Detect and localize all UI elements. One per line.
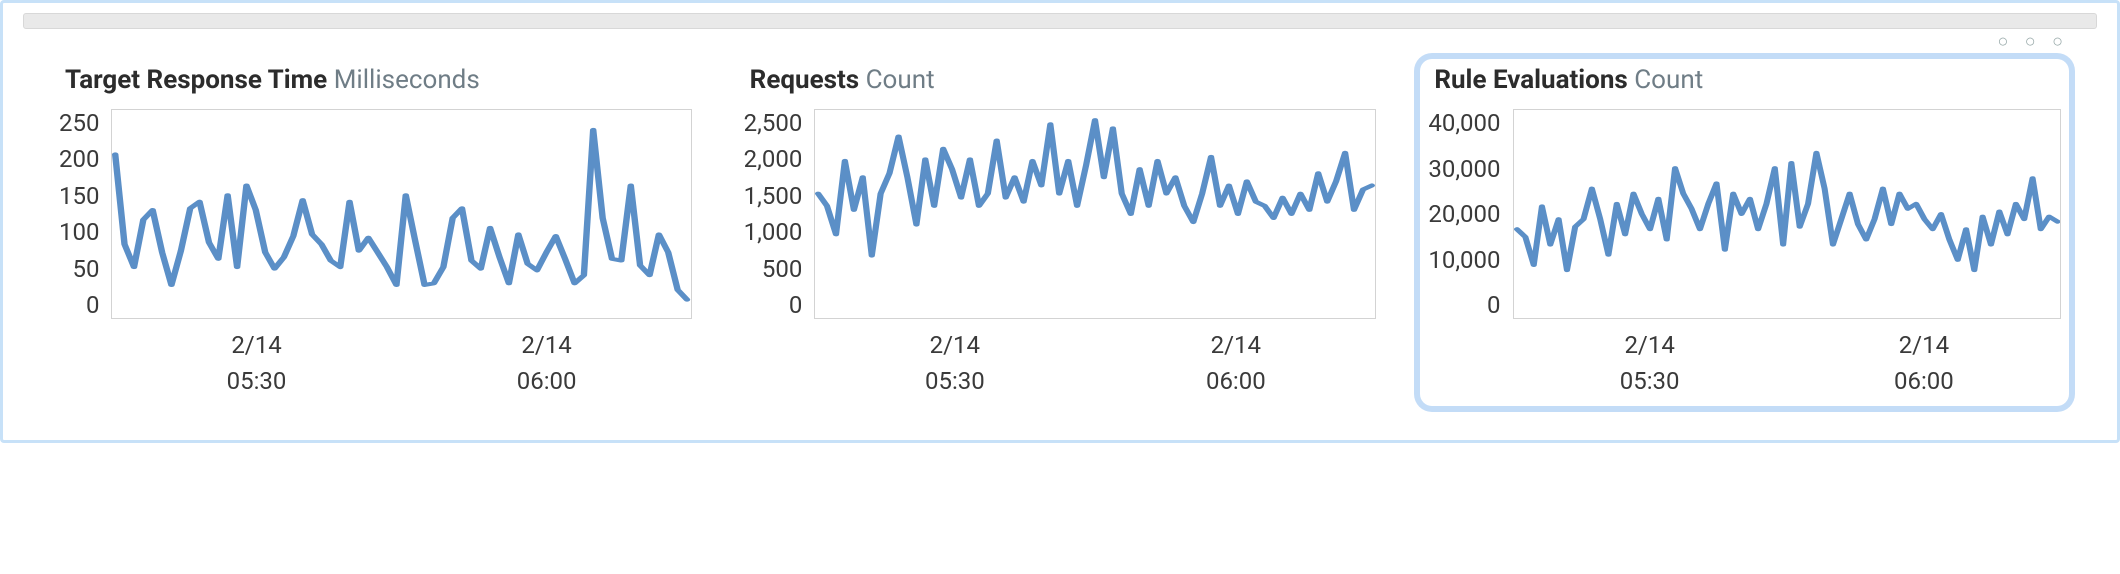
y-tick: 100 — [59, 218, 99, 246]
x-tick-time: 05:30 — [1620, 365, 1680, 399]
chart-area: 250 200 150 100 50 0 2/14 05:30 2/14 06:00 — [59, 109, 692, 398]
chart-area: 40,000 30,000 20,000 10,000 0 2/14 05:30 2/14 06… — [1428, 109, 2061, 398]
y-tick: 10,000 — [1428, 246, 1500, 274]
y-axis: 40,000 30,000 20,000 10,000 0 — [1428, 109, 1512, 319]
panel-title-unit: Count — [866, 65, 935, 95]
series-line — [1517, 153, 2057, 270]
plot-rule-evaluations[interactable] — [1513, 109, 2062, 319]
x-tick-date: 2/14 — [1624, 331, 1674, 359]
y-tick: 2,500 — [744, 109, 803, 137]
dashboard-container: ○ ○ ○ Target Response Time Milliseconds 2… — [0, 0, 2120, 443]
panel-response-time[interactable]: Target Response Time Milliseconds 250 200 1… — [51, 59, 700, 406]
y-tick: 20,000 — [1428, 200, 1500, 228]
ellipsis-indicator: ○ ○ ○ — [1997, 31, 2069, 52]
plot-wrap: 2/14 05:30 2/14 06:00 — [1513, 109, 2062, 398]
y-tick: 50 — [72, 255, 99, 283]
plot-requests[interactable] — [814, 109, 1376, 319]
y-tick: 200 — [59, 145, 99, 173]
y-tick: 150 — [59, 182, 99, 210]
plot-response-time[interactable] — [111, 109, 691, 319]
x-tick-time: 06:00 — [1894, 365, 1954, 399]
x-axis: 2/14 05:30 2/14 06:00 — [111, 329, 691, 398]
x-tick-date: 2/14 — [521, 331, 571, 359]
x-tick-date: 2/14 — [231, 331, 281, 359]
plot-wrap: 2/14 05:30 2/14 06:00 — [111, 109, 691, 398]
chart-area: 2,500 2,000 1,500 1,000 500 0 2/14 05:30 2/14 06:… — [744, 109, 1377, 398]
x-tick-time: 06:00 — [517, 365, 577, 399]
y-tick: 2,000 — [744, 145, 803, 173]
panel-requests[interactable]: Requests Count 2,500 2,000 1,500 1,000 500 0 2/… — [736, 59, 1385, 406]
x-tick: 2/14 06:00 — [1206, 329, 1266, 398]
y-axis: 2,500 2,000 1,500 1,000 500 0 — [744, 109, 815, 319]
plot-wrap: 2/14 05:30 2/14 06:00 — [814, 109, 1376, 398]
y-tick: 40,000 — [1428, 109, 1500, 137]
y-tick: 0 — [1487, 291, 1501, 319]
y-axis: 250 200 150 100 50 0 — [59, 109, 111, 319]
panel-title-text: Requests — [750, 65, 859, 95]
top-placeholder-bar — [23, 13, 2097, 29]
y-tick: 500 — [762, 255, 802, 283]
panel-title: Rule Evaluations Count — [1434, 65, 2061, 95]
x-tick: 2/14 05:30 — [227, 329, 287, 398]
panel-title-unit: Count — [1634, 65, 1703, 95]
x-tick-date: 2/14 — [1899, 331, 1949, 359]
x-tick: 2/14 05:30 — [925, 329, 985, 398]
y-tick: 1,500 — [744, 182, 803, 210]
x-tick-date: 2/14 — [1211, 331, 1261, 359]
y-tick: 0 — [789, 291, 803, 319]
panels-row: Target Response Time Milliseconds 250 200 1… — [3, 37, 2117, 440]
y-tick: 0 — [86, 291, 100, 319]
y-tick: 1,000 — [744, 218, 803, 246]
x-tick: 2/14 05:30 — [1620, 329, 1680, 398]
y-tick: 250 — [59, 109, 99, 137]
y-tick: 30,000 — [1428, 155, 1500, 183]
x-axis: 2/14 05:30 2/14 06:00 — [814, 329, 1376, 398]
x-axis: 2/14 05:30 2/14 06:00 — [1513, 329, 2062, 398]
x-tick: 2/14 06:00 — [517, 329, 577, 398]
series-line — [818, 120, 1372, 255]
panel-title-unit: Milliseconds — [334, 65, 480, 95]
panel-title-text: Target Response Time — [65, 65, 327, 95]
x-tick-date: 2/14 — [930, 331, 980, 359]
x-tick: 2/14 06:00 — [1894, 329, 1954, 398]
x-tick-time: 06:00 — [1206, 365, 1266, 399]
panel-title: Target Response Time Milliseconds — [65, 65, 692, 95]
x-tick-time: 05:30 — [925, 365, 985, 399]
series-line — [116, 130, 688, 300]
panel-title-text: Rule Evaluations — [1434, 65, 1627, 95]
panel-title: Requests Count — [750, 65, 1377, 95]
x-tick-time: 05:30 — [227, 365, 287, 399]
panel-rule-evaluations[interactable]: Rule Evaluations Count 40,000 30,000 20,000… — [1420, 59, 2069, 406]
